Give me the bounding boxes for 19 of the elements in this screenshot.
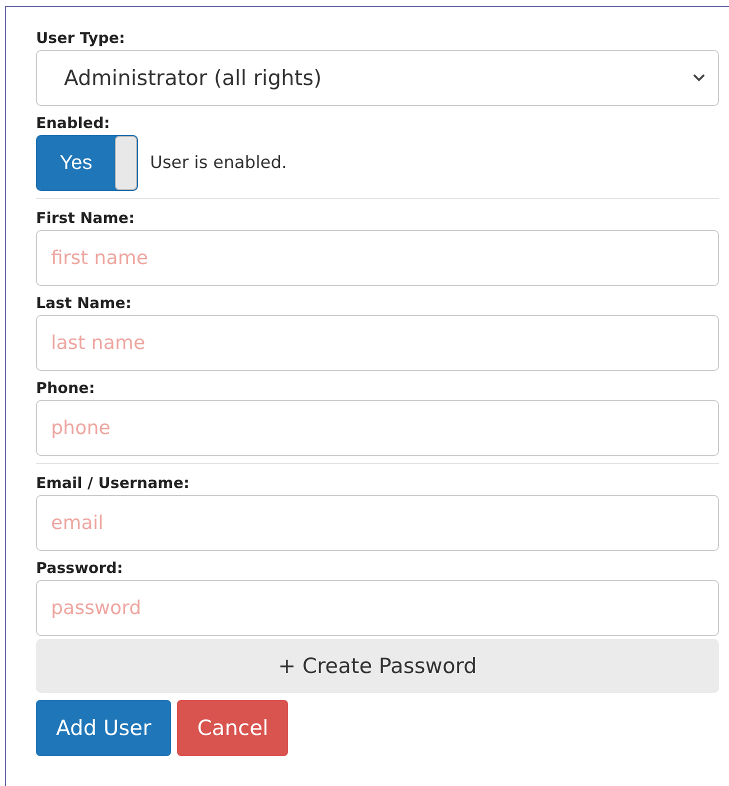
field-label: Phone: (36, 379, 95, 397)
text-field[interactable]: email (36, 495, 719, 551)
text-field[interactable]: password (36, 580, 719, 636)
field-label: Email / Username: (36, 474, 190, 492)
chevron-down-icon (692, 73, 706, 83)
text-field[interactable]: phone (36, 400, 719, 456)
text-field[interactable]: last name (36, 315, 719, 371)
submit-button[interactable]: Add User (36, 700, 172, 756)
field-label: Enabled: (36, 114, 110, 132)
text-field[interactable]: first name (36, 230, 719, 286)
field-label: First Name: (36, 209, 135, 227)
field-label: Password: (36, 559, 123, 577)
cancel-button[interactable]: Cancel (177, 700, 288, 756)
status-note: User is enabled. (150, 153, 287, 173)
user-type-select[interactable]: Administrator (all rights) (36, 50, 719, 106)
enabled-toggle[interactable]: Yes (36, 135, 138, 191)
field-label: Last Name: (36, 294, 132, 312)
field-label: User Type: (36, 29, 126, 47)
create-password-button[interactable]: + Create Password (36, 639, 719, 693)
